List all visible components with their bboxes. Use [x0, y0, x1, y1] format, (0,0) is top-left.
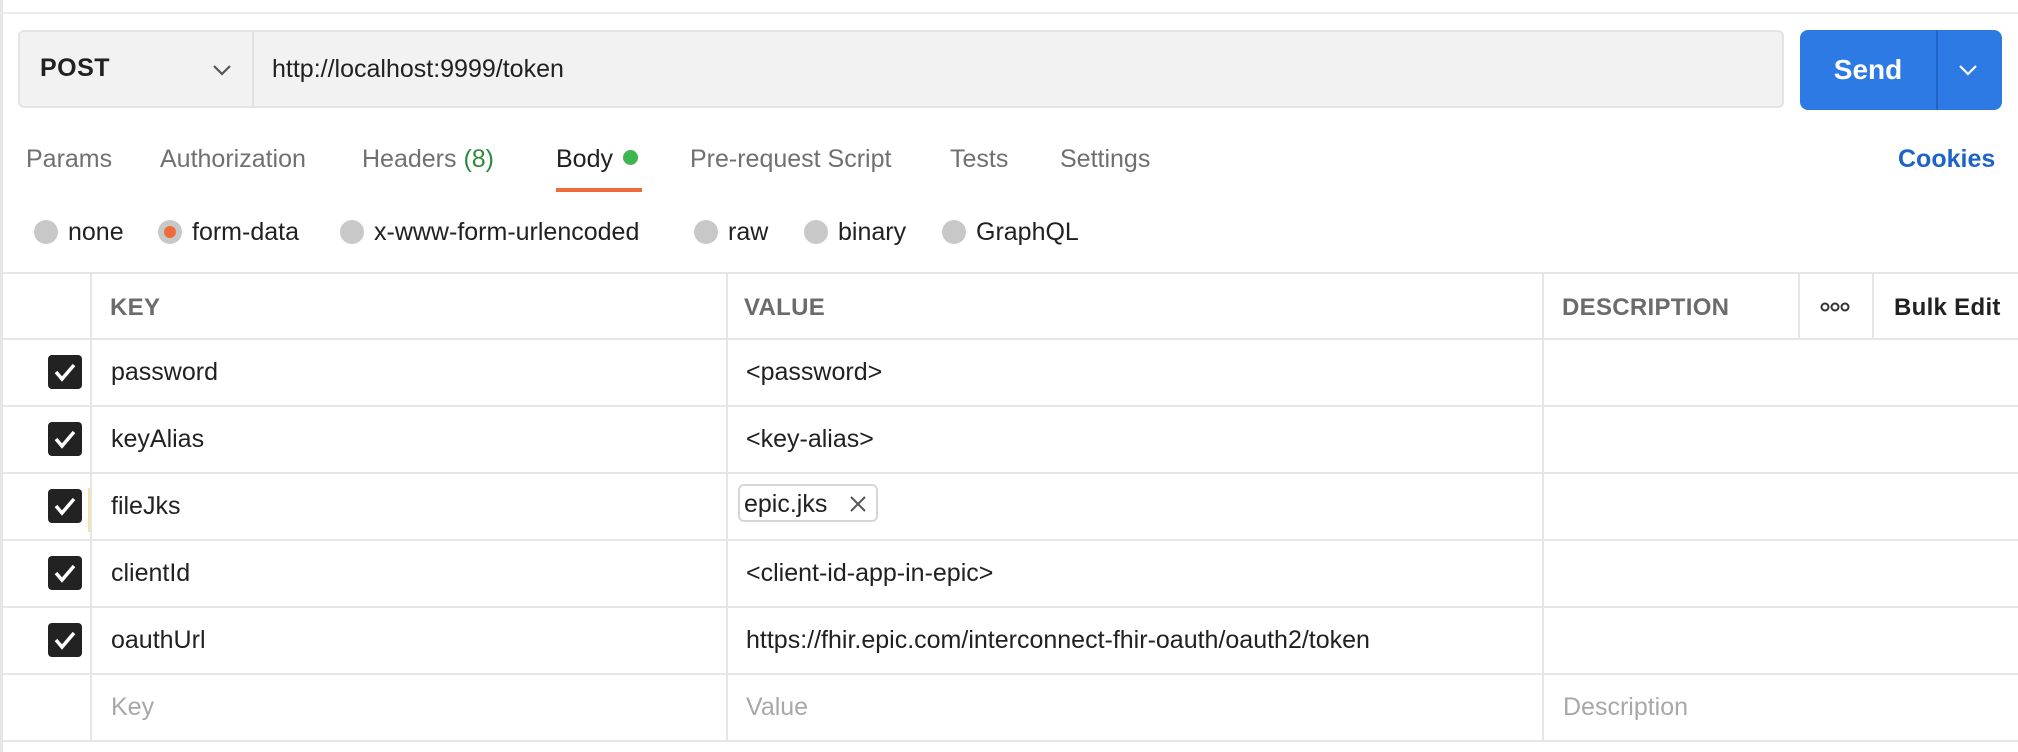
- tab-label: Tests: [950, 145, 1009, 173]
- send-button[interactable]: Send: [1800, 30, 1936, 110]
- row-checkbox[interactable]: [48, 489, 82, 523]
- table-border: [0, 472, 2018, 474]
- row-checkbox[interactable]: [48, 355, 82, 389]
- tab-params[interactable]: Params: [26, 145, 112, 174]
- description-placeholder[interactable]: Description: [1563, 693, 1688, 722]
- table-border: [0, 338, 2018, 340]
- send-divider: [1936, 30, 1938, 110]
- row-value[interactable]: <password>: [746, 358, 882, 387]
- tab-label: Params: [26, 145, 113, 173]
- radio-label: x-www-form-urlencoded: [374, 218, 640, 246]
- row-key[interactable]: fileJks: [111, 492, 180, 521]
- active-tab-underline: [556, 188, 642, 192]
- radio-label: form-data: [192, 218, 299, 246]
- row-key[interactable]: keyAlias: [111, 425, 204, 454]
- row-value[interactable]: <client-id-app-in-epic>: [746, 559, 993, 588]
- row-checkbox[interactable]: [48, 556, 82, 590]
- row-key[interactable]: clientId: [111, 559, 190, 588]
- focus-marker: [88, 488, 90, 532]
- more-horizontal-icon[interactable]: [1820, 300, 1850, 314]
- tab-body[interactable]: Body: [556, 145, 638, 174]
- method-select[interactable]: POST: [20, 32, 254, 106]
- radio-circle: [34, 220, 58, 244]
- column-divider: [1542, 272, 1544, 740]
- table-border: [0, 606, 2018, 608]
- radio-label: none: [68, 218, 124, 246]
- radio-circle: [694, 220, 718, 244]
- file-name: epic.jks: [744, 490, 828, 518]
- row-key[interactable]: oauthUrl: [111, 626, 206, 655]
- send-button-group: Send: [1800, 30, 2002, 110]
- tab-pre-request-script[interactable]: Pre-request Script: [690, 145, 891, 174]
- form-data-table: KEY VALUE DESCRIPTION Bulk Edit password…: [0, 272, 2018, 742]
- table-border: [0, 740, 2018, 742]
- radio-circle-selected: [158, 220, 182, 244]
- tab-label: Settings: [1060, 145, 1151, 173]
- cookies-link[interactable]: Cookies: [1898, 145, 1995, 174]
- tab-label: Authorization: [160, 145, 306, 173]
- method-label: POST: [40, 54, 111, 82]
- tab-settings[interactable]: Settings: [1060, 145, 1150, 174]
- column-header-value: VALUE: [744, 294, 826, 321]
- checkmark-icon: [54, 631, 76, 650]
- value-placeholder[interactable]: Value: [746, 693, 808, 722]
- tab-label: Pre-request Script: [690, 145, 892, 173]
- table-border: [0, 405, 2018, 407]
- table-border: [0, 539, 2018, 541]
- close-icon[interactable]: [848, 494, 868, 514]
- url-input[interactable]: [272, 52, 1752, 86]
- key-placeholder[interactable]: Key: [111, 693, 154, 722]
- row-key[interactable]: password: [111, 358, 218, 387]
- column-divider: [90, 272, 92, 740]
- tab-label: Headers: [362, 145, 457, 173]
- radio-circle: [942, 220, 966, 244]
- bulk-edit-button[interactable]: Bulk Edit: [1894, 294, 2001, 322]
- tab-authorization[interactable]: Authorization: [160, 145, 306, 174]
- table-border: [0, 272, 2018, 274]
- chevron-down-icon[interactable]: [1956, 58, 1980, 82]
- tab-tests[interactable]: Tests: [950, 145, 1008, 174]
- checkmark-icon: [54, 363, 76, 382]
- file-chip: epic.jks: [738, 484, 878, 522]
- column-header-description: DESCRIPTION: [1562, 294, 1730, 321]
- radio-label: binary: [838, 218, 907, 246]
- column-divider: [1872, 272, 1874, 338]
- row-checkbox[interactable]: [48, 422, 82, 456]
- column-header-key: KEY: [110, 294, 161, 321]
- checkmark-icon: [54, 497, 76, 516]
- radio-circle: [804, 220, 828, 244]
- tab-label: Body: [556, 145, 613, 173]
- row-value[interactable]: <key-alias>: [746, 425, 874, 454]
- chevron-down-icon: [213, 65, 231, 76]
- checkmark-icon: [54, 430, 76, 449]
- table-border: [0, 673, 2018, 675]
- headers-count: (8): [463, 145, 495, 173]
- radio-circle: [340, 220, 364, 244]
- row-value[interactable]: https://fhir.epic.com/interconnect-fhir-…: [746, 626, 1370, 655]
- checkmark-icon: [54, 564, 76, 583]
- tab-headers[interactable]: Headers (8): [362, 145, 494, 174]
- row-checkbox[interactable]: [48, 623, 82, 657]
- request-url-bar: POST: [18, 30, 1784, 108]
- radio-label: GraphQL: [976, 218, 1079, 246]
- column-divider: [1798, 272, 1800, 338]
- column-divider: [726, 272, 728, 740]
- top-divider: [0, 12, 2018, 14]
- body-status-dot: [622, 150, 638, 165]
- radio-label: raw: [728, 218, 769, 246]
